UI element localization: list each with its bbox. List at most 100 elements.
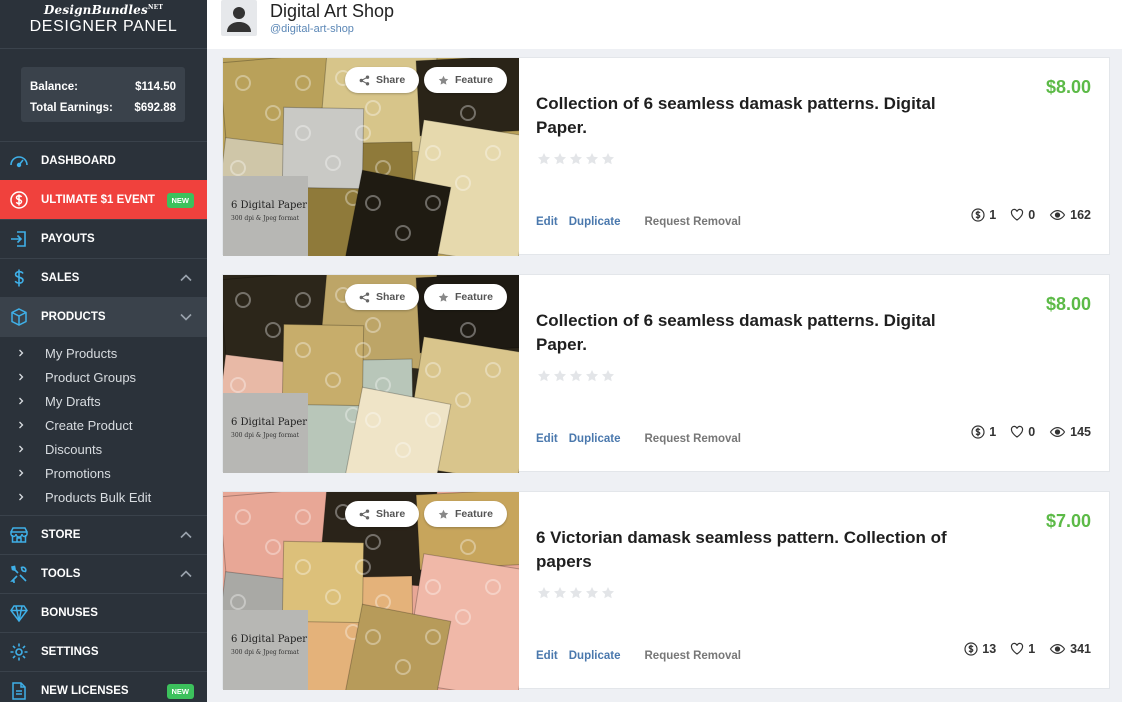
feature-button[interactable]: Feature [424, 67, 507, 93]
nav-bonuses-label: BONUSES [41, 607, 98, 619]
star-icon [602, 587, 614, 599]
sales-count: 1 [989, 425, 997, 439]
duplicate-link[interactable]: Duplicate [569, 433, 621, 445]
nav-bonuses[interactable]: BONUSES [0, 593, 207, 632]
shop-name[interactable]: Digital Art Shop [270, 1, 394, 22]
likes-stat: 1 [1010, 642, 1035, 656]
share-button[interactable]: Share [345, 67, 420, 93]
product-price: $8.00 [1045, 294, 1091, 314]
shop-handle[interactable]: @digital-art-shop [270, 23, 354, 35]
edit-link[interactable]: Edit [536, 216, 558, 228]
product-thumbnail[interactable]: 6 Digital Paper 300 dpi & Jpeg format Sh… [223, 275, 519, 473]
duplicate-link[interactable]: Duplicate [569, 650, 621, 662]
rating-stars [537, 152, 615, 166]
nav-store[interactable]: STORE [0, 515, 207, 554]
request-removal-link[interactable]: Request Removal [645, 650, 742, 662]
diamond-icon [8, 603, 29, 624]
share-icon [359, 75, 370, 85]
logo[interactable]: DesignBundlesNET [0, 3, 207, 17]
product-card: 6 Digital Paper 300 dpi & Jpeg format Sh… [222, 57, 1110, 256]
chevron-right-icon [19, 349, 24, 357]
feature-label: Feature [455, 74, 493, 86]
request-removal-link[interactable]: Request Removal [645, 216, 742, 228]
nav-dashboard-label: DASHBOARD [41, 155, 116, 167]
share-icon [359, 292, 370, 302]
chevron-up-icon [180, 274, 192, 282]
heart-icon [1011, 642, 1024, 655]
request-removal-link[interactable]: Request Removal [645, 433, 742, 445]
share-label: Share [376, 508, 406, 520]
duplicate-link[interactable]: Duplicate [569, 216, 621, 228]
views-count: 145 [1070, 425, 1091, 439]
chevron-right-icon [19, 397, 24, 405]
thumbnail-subcaption: 300 dpi & Jpeg format [231, 649, 300, 656]
submenu-label: Product Groups [45, 369, 137, 385]
views-stat: 145 [1049, 425, 1091, 439]
rating-stars [537, 369, 615, 383]
panel-title: DESIGNER PANEL [29, 18, 178, 35]
submenu-discounts[interactable]: Discounts [0, 437, 207, 461]
balance-box: Balance: $114.50 Total Earnings: $692.88 [21, 67, 185, 122]
sidebar: DesignBundlesNET DESIGNER PANEL Balance:… [0, 0, 207, 702]
avatar[interactable] [221, 0, 257, 36]
nav-tools-label: TOOLS [41, 568, 81, 580]
product-actions: Edit Duplicate Request Removal [536, 216, 741, 228]
box-icon [8, 307, 29, 328]
product-title[interactable]: 6 Victorian damask seamless pattern. Col… [536, 526, 956, 574]
product-thumbnail[interactable]: 6 Digital Paper 300 dpi & Jpeg format Sh… [223, 492, 519, 690]
nav-sales-label: SALES [41, 272, 80, 284]
submenu-label: Products Bulk Edit [45, 489, 152, 505]
submenu-product-groups[interactable]: Product Groups [0, 365, 207, 389]
likes-count: 0 [1028, 425, 1036, 439]
product-card: 6 Digital Paper 300 dpi & Jpeg format Sh… [222, 491, 1110, 690]
star-icon [602, 370, 614, 382]
sales-stat: 13 [964, 642, 996, 656]
views-stat: 341 [1049, 642, 1091, 656]
product-thumbnail[interactable]: 6 Digital Paper 300 dpi & Jpeg format Sh… [223, 58, 519, 256]
share-button[interactable]: Share [345, 501, 420, 527]
user-icon [227, 7, 251, 32]
likes-count: 1 [1028, 642, 1036, 656]
feature-button[interactable]: Feature [424, 501, 507, 527]
sales-stat: 1 [971, 425, 996, 439]
nav-new-licenses[interactable]: NEW LICENSES NEW [0, 671, 207, 702]
submenu-create-product[interactable]: Create Product [0, 413, 207, 437]
nav-products[interactable]: PRODUCTS [0, 297, 207, 336]
nav-settings[interactable]: SETTINGS [0, 632, 207, 671]
sign-in-icon [8, 229, 29, 250]
product-title[interactable]: Collection of 6 seamless damask patterns… [536, 309, 956, 357]
earnings-value: $692.88 [134, 102, 176, 114]
nav-sales[interactable]: SALES [0, 258, 207, 297]
star-icon [586, 370, 598, 382]
nav-licenses-label: NEW LICENSES [41, 685, 129, 697]
edit-link[interactable]: Edit [536, 433, 558, 445]
dollar-circle-icon [971, 208, 985, 222]
new-badge: NEW [166, 684, 194, 699]
chevron-right-icon [19, 469, 24, 477]
balance-label: Balance: [30, 81, 78, 93]
submenu-my-products[interactable]: My Products [0, 341, 207, 365]
chevron-up-icon [180, 531, 192, 539]
chevron-down-icon [180, 313, 192, 321]
thumbnail-subcaption: 300 dpi & Jpeg format [231, 215, 300, 222]
submenu-promotions[interactable]: Promotions [0, 461, 207, 485]
nav-tools[interactable]: TOOLS [0, 554, 207, 593]
chevron-up-icon [180, 570, 192, 578]
sales-count: 1 [989, 208, 997, 222]
nav-ultimate-event[interactable]: ULTIMATE $1 EVENT NEW [0, 180, 207, 219]
nav-dashboard[interactable]: DASHBOARD [0, 141, 207, 180]
feature-label: Feature [455, 291, 493, 303]
edit-link[interactable]: Edit [536, 650, 558, 662]
feature-button[interactable]: Feature [424, 284, 507, 310]
submenu-my-drafts[interactable]: My Drafts [0, 389, 207, 413]
share-button[interactable]: Share [345, 284, 420, 310]
star-icon [570, 153, 582, 165]
nav-payouts[interactable]: PAYOUTS [0, 219, 207, 258]
submenu-bulk-edit[interactable]: Products Bulk Edit [0, 485, 207, 509]
eye-icon [1049, 427, 1066, 437]
star-icon [570, 370, 582, 382]
star-icon [554, 153, 566, 165]
chevron-right-icon [19, 421, 24, 429]
star-icon [538, 587, 550, 599]
product-title[interactable]: Collection of 6 seamless damask patterns… [536, 92, 956, 140]
